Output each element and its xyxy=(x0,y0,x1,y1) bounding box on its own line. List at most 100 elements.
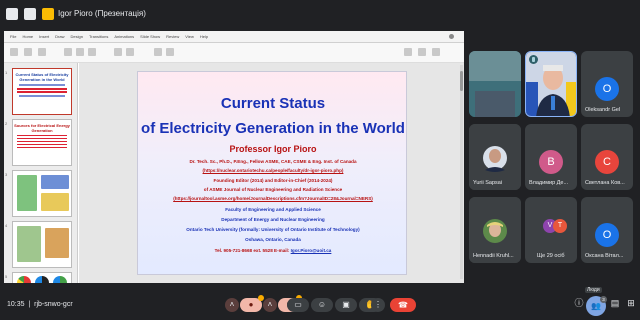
ppt-tab[interactable]: Insert xyxy=(39,34,49,39)
slide-title-line1: Current Status xyxy=(220,95,326,112)
mic-button[interactable]: ● xyxy=(240,295,264,312)
mic-options-button[interactable]: ˄ xyxy=(225,298,239,312)
thumbnail-title: Current Status of Electricity Generation… xyxy=(15,72,69,82)
ppt-tab[interactable]: View xyxy=(185,34,194,39)
designer-icon[interactable] xyxy=(432,48,440,56)
current-slide: Current Status of Electricity Generation… xyxy=(137,71,407,275)
ppt-tab[interactable]: Animations xyxy=(114,34,134,39)
participant-name: Hennadii Kruhl... xyxy=(473,253,514,259)
ppt-tab[interactable]: Help xyxy=(200,34,208,39)
participant-tile[interactable]: Hennadii Kruhl... xyxy=(469,197,521,263)
participant-tile-more[interactable]: V T Ще 29 осіб xyxy=(525,197,577,263)
ppt-tab[interactable]: File xyxy=(10,34,16,39)
end-call-button[interactable]: ☎ xyxy=(390,298,416,312)
more-participants-label: Ще 29 осіб xyxy=(537,253,565,259)
find-icon[interactable] xyxy=(404,48,412,56)
thumbnail-line xyxy=(17,146,67,148)
people-icon: 👥 xyxy=(591,301,601,311)
chevron-up-icon: ˄ xyxy=(229,300,235,309)
activities-icon[interactable]: ⊞ xyxy=(626,298,636,308)
slide-contact-email: Igor.Pioro@uoit.ca xyxy=(290,248,332,253)
thumbnail-map xyxy=(17,226,41,262)
avatar: T xyxy=(553,219,567,233)
thumbnail-table xyxy=(41,175,69,189)
bold-icon[interactable] xyxy=(64,48,72,56)
slide-thumbnail[interactable] xyxy=(12,170,72,217)
arrange-icon[interactable] xyxy=(166,48,174,56)
bullets-icon[interactable] xyxy=(126,48,134,56)
ppt-tab[interactable]: Draw xyxy=(55,34,64,39)
slide-thumbnail[interactable]: Current Status of Electricity Generation… xyxy=(12,68,72,115)
new-slide-icon[interactable] xyxy=(24,48,32,56)
more-options-button[interactable]: ⋮ xyxy=(371,298,385,312)
layout-icon[interactable] xyxy=(24,8,36,20)
participant-tile[interactable]: O Оксана Вітал... xyxy=(581,197,633,263)
participant-name: Yurii Sapsai xyxy=(473,180,503,186)
people-count-badge: 3 xyxy=(600,296,607,303)
participant-tile[interactable]: B Владимир Де... xyxy=(525,124,577,190)
slide-credentials: Dr. Tech. Sc., Ph.D., P.Eng., Fellow ASM… xyxy=(189,159,357,164)
mic-off-icon: ● xyxy=(248,300,254,309)
ppt-tab[interactable]: Transitions xyxy=(89,34,108,39)
meet-window: Igor Pioro (Презентація) File Home Inser… xyxy=(0,0,640,320)
present-icon xyxy=(42,8,54,20)
thumbnail-line xyxy=(19,94,65,97)
participant-tile[interactable]: O Oleksandr Gel xyxy=(581,51,633,117)
participant-tile-speaker[interactable] xyxy=(525,51,577,117)
participant-name: Владимир Де... xyxy=(529,180,569,186)
avatar: O xyxy=(595,77,619,101)
thumbnail-line xyxy=(19,84,65,86)
ppt-tab[interactable]: Slide Show xyxy=(140,34,160,39)
slide-editor-line: Founding Editor (2014) and Editor-in-Chi… xyxy=(213,178,333,183)
hang-up-icon: ☎ xyxy=(398,300,408,310)
participant-tile[interactable]: Yurii Sapsai xyxy=(469,124,521,190)
chat-icon[interactable]: ▤ xyxy=(610,298,620,308)
slide-journal-line: of ASME Journal of Nuclear Engineering a… xyxy=(203,187,343,192)
info-icon[interactable]: ⓘ xyxy=(574,298,584,308)
thumbnail-line xyxy=(17,137,67,139)
thumbnail-pie xyxy=(17,276,31,283)
vertical-scrollbar[interactable] xyxy=(460,65,463,279)
slide-contact-prefix: Tel. 905-721-8668 ext. 5528 E-mail: xyxy=(214,248,291,253)
align-icon[interactable] xyxy=(114,48,122,56)
participant-tile-presenter[interactable] xyxy=(469,51,521,117)
slide-location: Oshawa, Ontario, Canada xyxy=(245,237,301,242)
shapes-icon[interactable] xyxy=(154,48,162,56)
dictate-icon[interactable] xyxy=(418,48,426,56)
ppt-tab[interactable]: Design xyxy=(70,34,82,39)
ppt-tab[interactable]: Review xyxy=(166,34,179,39)
italic-icon[interactable] xyxy=(76,48,84,56)
ppt-tab[interactable]: Home xyxy=(22,34,33,39)
thumbnail-line xyxy=(17,91,67,93)
thumbnail-number: 2 xyxy=(5,121,8,126)
participant-name: Светлана Ков... xyxy=(585,180,625,186)
slide-contact: Tel. 905-721-8668 ext. 5528 E-mail: Igor… xyxy=(138,248,408,253)
camera-options-button[interactable]: ˄ xyxy=(263,298,277,312)
present-screen-icon: ▣ xyxy=(342,300,350,309)
chevron-up-icon: ˄ xyxy=(267,300,273,309)
present-button[interactable]: ▣ xyxy=(335,298,357,312)
thumbnail-pie xyxy=(35,276,49,283)
avatar: B xyxy=(539,150,563,174)
slide-title-line2: of Electricity Generation in the World xyxy=(141,120,405,137)
emoji-button[interactable]: ☺ xyxy=(311,298,333,312)
slide-thumbnail[interactable]: Sources for Electrical Energy Generation xyxy=(12,119,72,166)
underline-icon[interactable] xyxy=(88,48,96,56)
thumbnail-line xyxy=(17,140,67,142)
top-bar: Igor Pioro (Презентація) xyxy=(0,0,640,28)
captions-button[interactable]: ▭ xyxy=(287,298,309,312)
scroll-thumb[interactable] xyxy=(460,71,463,91)
layout-icon[interactable] xyxy=(38,48,46,56)
meeting-info: 10:35 | rjb-snwo-gcr xyxy=(7,301,73,308)
thumbnail-map xyxy=(17,175,37,211)
warning-icon xyxy=(258,295,264,301)
slide-thumbnail[interactable] xyxy=(12,221,72,268)
participant-tile[interactable]: C Светлана Ков... xyxy=(581,124,633,190)
speaking-indicator-icon xyxy=(529,55,538,64)
paste-icon[interactable] xyxy=(10,48,18,56)
thumbnail-number: 4 xyxy=(5,223,8,228)
slide-thumbnail[interactable] xyxy=(12,272,72,283)
thumbnail-number: 3 xyxy=(5,172,8,177)
window-icon[interactable] xyxy=(6,8,18,20)
captions-icon: ▭ xyxy=(294,300,302,309)
